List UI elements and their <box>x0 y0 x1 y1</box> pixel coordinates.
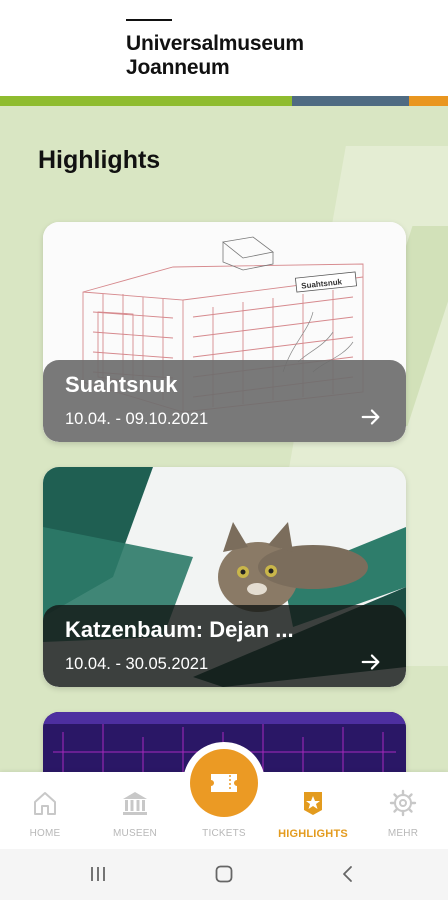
nav-item-highlights[interactable]: HIGHLIGHTS <box>273 788 353 840</box>
highlights-content[interactable]: Highlights Suahtsnuk Suahtsnuk 10.04. - … <box>0 106 448 772</box>
nav-label-mehr: MEHR <box>387 828 419 839</box>
card-title: Suahtsnuk <box>65 372 178 397</box>
logo: Universalmuseum Joanneum <box>126 32 304 80</box>
app-header: Universalmuseum Joanneum <box>0 0 448 96</box>
nav-label-highlights: HIGHLIGHTS <box>278 828 348 840</box>
arrow-right-icon[interactable] <box>360 406 382 428</box>
stripe-orange <box>409 96 448 106</box>
color-stripes <box>0 96 448 106</box>
star-badge-icon <box>304 792 322 815</box>
card-title: Katzenbaum: Dejan ... <box>65 617 294 642</box>
page-title: Highlights <box>38 146 161 174</box>
nav-label-museen: MUSEEN <box>113 828 157 839</box>
arrow-right-icon[interactable] <box>360 651 382 673</box>
ticket-nav-spacer <box>209 788 239 818</box>
highlight-card[interactable]: Suahtsnuk Suahtsnuk 10.04. - 09.10.2021 <box>43 222 406 442</box>
nav-item-mehr[interactable]: MEHR <box>363 788 443 839</box>
recent-apps-icon[interactable] <box>88 864 108 884</box>
highlight-card[interactable]: Katzenbaum: Dejan ... 10.04. - 30.05.202… <box>43 467 406 687</box>
home-button-icon[interactable] <box>214 864 234 884</box>
back-icon[interactable] <box>338 864 358 884</box>
nav-item-home[interactable]: HOME <box>5 788 85 839</box>
stripe-slate <box>292 96 409 106</box>
card-info-bar[interactable]: Katzenbaum: Dejan ... 10.04. - 30.05.202… <box>43 605 406 687</box>
logo-line <box>126 19 172 21</box>
nav-label-home: HOME <box>29 828 61 839</box>
stripe-green <box>0 96 292 106</box>
card-date: 10.04. - 09.10.2021 <box>65 410 209 428</box>
logo-line-1: Universalmuseum <box>126 32 304 55</box>
bottom-navigation: HOME MUSEEN TICKETS HIGHLIGHTS MEHR <box>0 749 448 849</box>
gear-icon <box>389 789 417 817</box>
logo-line-2: Joanneum <box>126 56 230 79</box>
museum-icon <box>123 792 147 815</box>
system-navigation-bar <box>0 849 448 900</box>
nav-label-tickets: TICKETS <box>202 828 246 839</box>
card-date: 10.04. - 30.05.2021 <box>65 655 209 673</box>
nav-item-tickets[interactable]: TICKETS <box>184 788 264 839</box>
card-info-bar[interactable]: Suahtsnuk 10.04. - 09.10.2021 <box>43 360 406 442</box>
home-icon <box>34 792 56 815</box>
nav-item-museen[interactable]: MUSEEN <box>95 788 175 839</box>
